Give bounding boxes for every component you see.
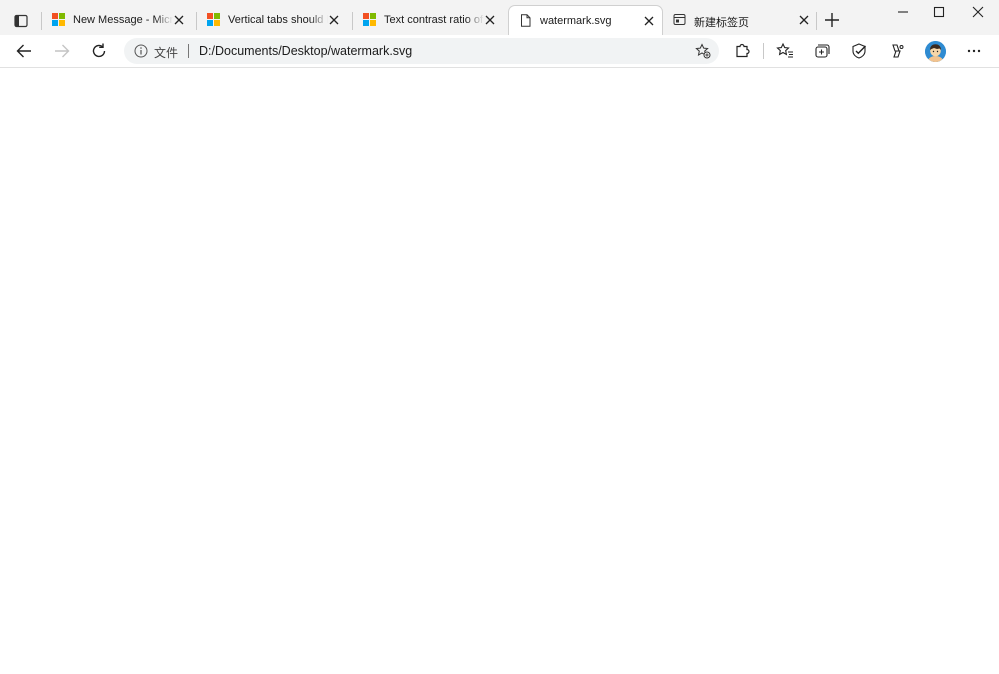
close-icon[interactable] [797, 13, 811, 27]
minimize-icon[interactable] [895, 4, 911, 20]
window-close-icon[interactable] [970, 4, 986, 20]
tab-watermark-active[interactable]: watermark.svg [508, 5, 663, 35]
newtab-icon [673, 14, 686, 25]
back-icon [16, 44, 31, 58]
forward-button[interactable] [51, 40, 73, 62]
info-icon[interactable] [134, 44, 148, 58]
tab-text-contrast[interactable]: Text contrast ratio of UI [353, 6, 503, 35]
tab-title: Text contrast ratio of UI [384, 14, 484, 26]
page-viewport [0, 68, 999, 674]
more-button[interactable] [963, 40, 985, 62]
favorites-button[interactable] [774, 40, 796, 62]
add-favorite-icon[interactable] [695, 43, 711, 59]
address-divider [188, 44, 189, 58]
microsoft-logo-icon [207, 13, 220, 26]
url-text[interactable]: D:/Documents/Desktop/watermark.svg [199, 44, 412, 58]
toolbar-separator [763, 43, 764, 59]
back-button[interactable] [13, 40, 35, 62]
browser-essentials-icon [852, 43, 866, 59]
file-icon [521, 14, 531, 27]
tab-strip: New Message - Microsoft Outlook Vertical… [0, 0, 999, 35]
forward-icon [55, 44, 70, 58]
close-icon[interactable] [327, 13, 341, 27]
url-scheme-label: 文件 [154, 46, 179, 60]
microsoft-logo-icon [52, 13, 65, 26]
close-icon[interactable] [172, 13, 186, 27]
browser-toolbar: 文件 D:/Documents/Desktop/watermark.svg [0, 35, 999, 68]
extensions-button[interactable] [732, 40, 754, 62]
tab-new-tab-page[interactable]: 新建标签页 [663, 6, 815, 35]
refresh-button[interactable] [88, 40, 110, 62]
tab-actions-menu-button[interactable] [8, 8, 34, 34]
tab-title: watermark.svg [540, 15, 612, 27]
copilot-icon [892, 44, 904, 58]
tab-title: Vertical tabs should be available [228, 14, 328, 26]
tab-separator [816, 12, 817, 30]
more-icon [967, 49, 981, 53]
maximize-icon[interactable] [931, 4, 947, 20]
copilot-button[interactable] [885, 40, 907, 62]
microsoft-logo-icon [363, 13, 376, 26]
extensions-icon [736, 43, 750, 58]
tab-title: 新建标签页 [694, 17, 749, 29]
refresh-icon [92, 43, 106, 58]
tab-vertical-tabs[interactable]: Vertical tabs should be available [197, 6, 347, 35]
tab-outlook[interactable]: New Message - Microsoft Outlook [42, 6, 192, 35]
collections-button[interactable] [811, 40, 833, 62]
profile-avatar[interactable] [925, 41, 946, 62]
close-icon[interactable] [483, 13, 497, 27]
profile-avatar-icon [925, 41, 946, 62]
new-tab-icon[interactable] [823, 11, 841, 29]
address-bar[interactable]: 文件 D:/Documents/Desktop/watermark.svg [124, 38, 719, 64]
tab-title: New Message - Microsoft Outlook [73, 14, 173, 26]
tab-actions-icon [14, 14, 28, 28]
close-icon[interactable] [642, 14, 656, 28]
collections-icon [815, 44, 830, 58]
browser-essentials-button[interactable] [848, 40, 870, 62]
favorites-icon [776, 42, 793, 58]
